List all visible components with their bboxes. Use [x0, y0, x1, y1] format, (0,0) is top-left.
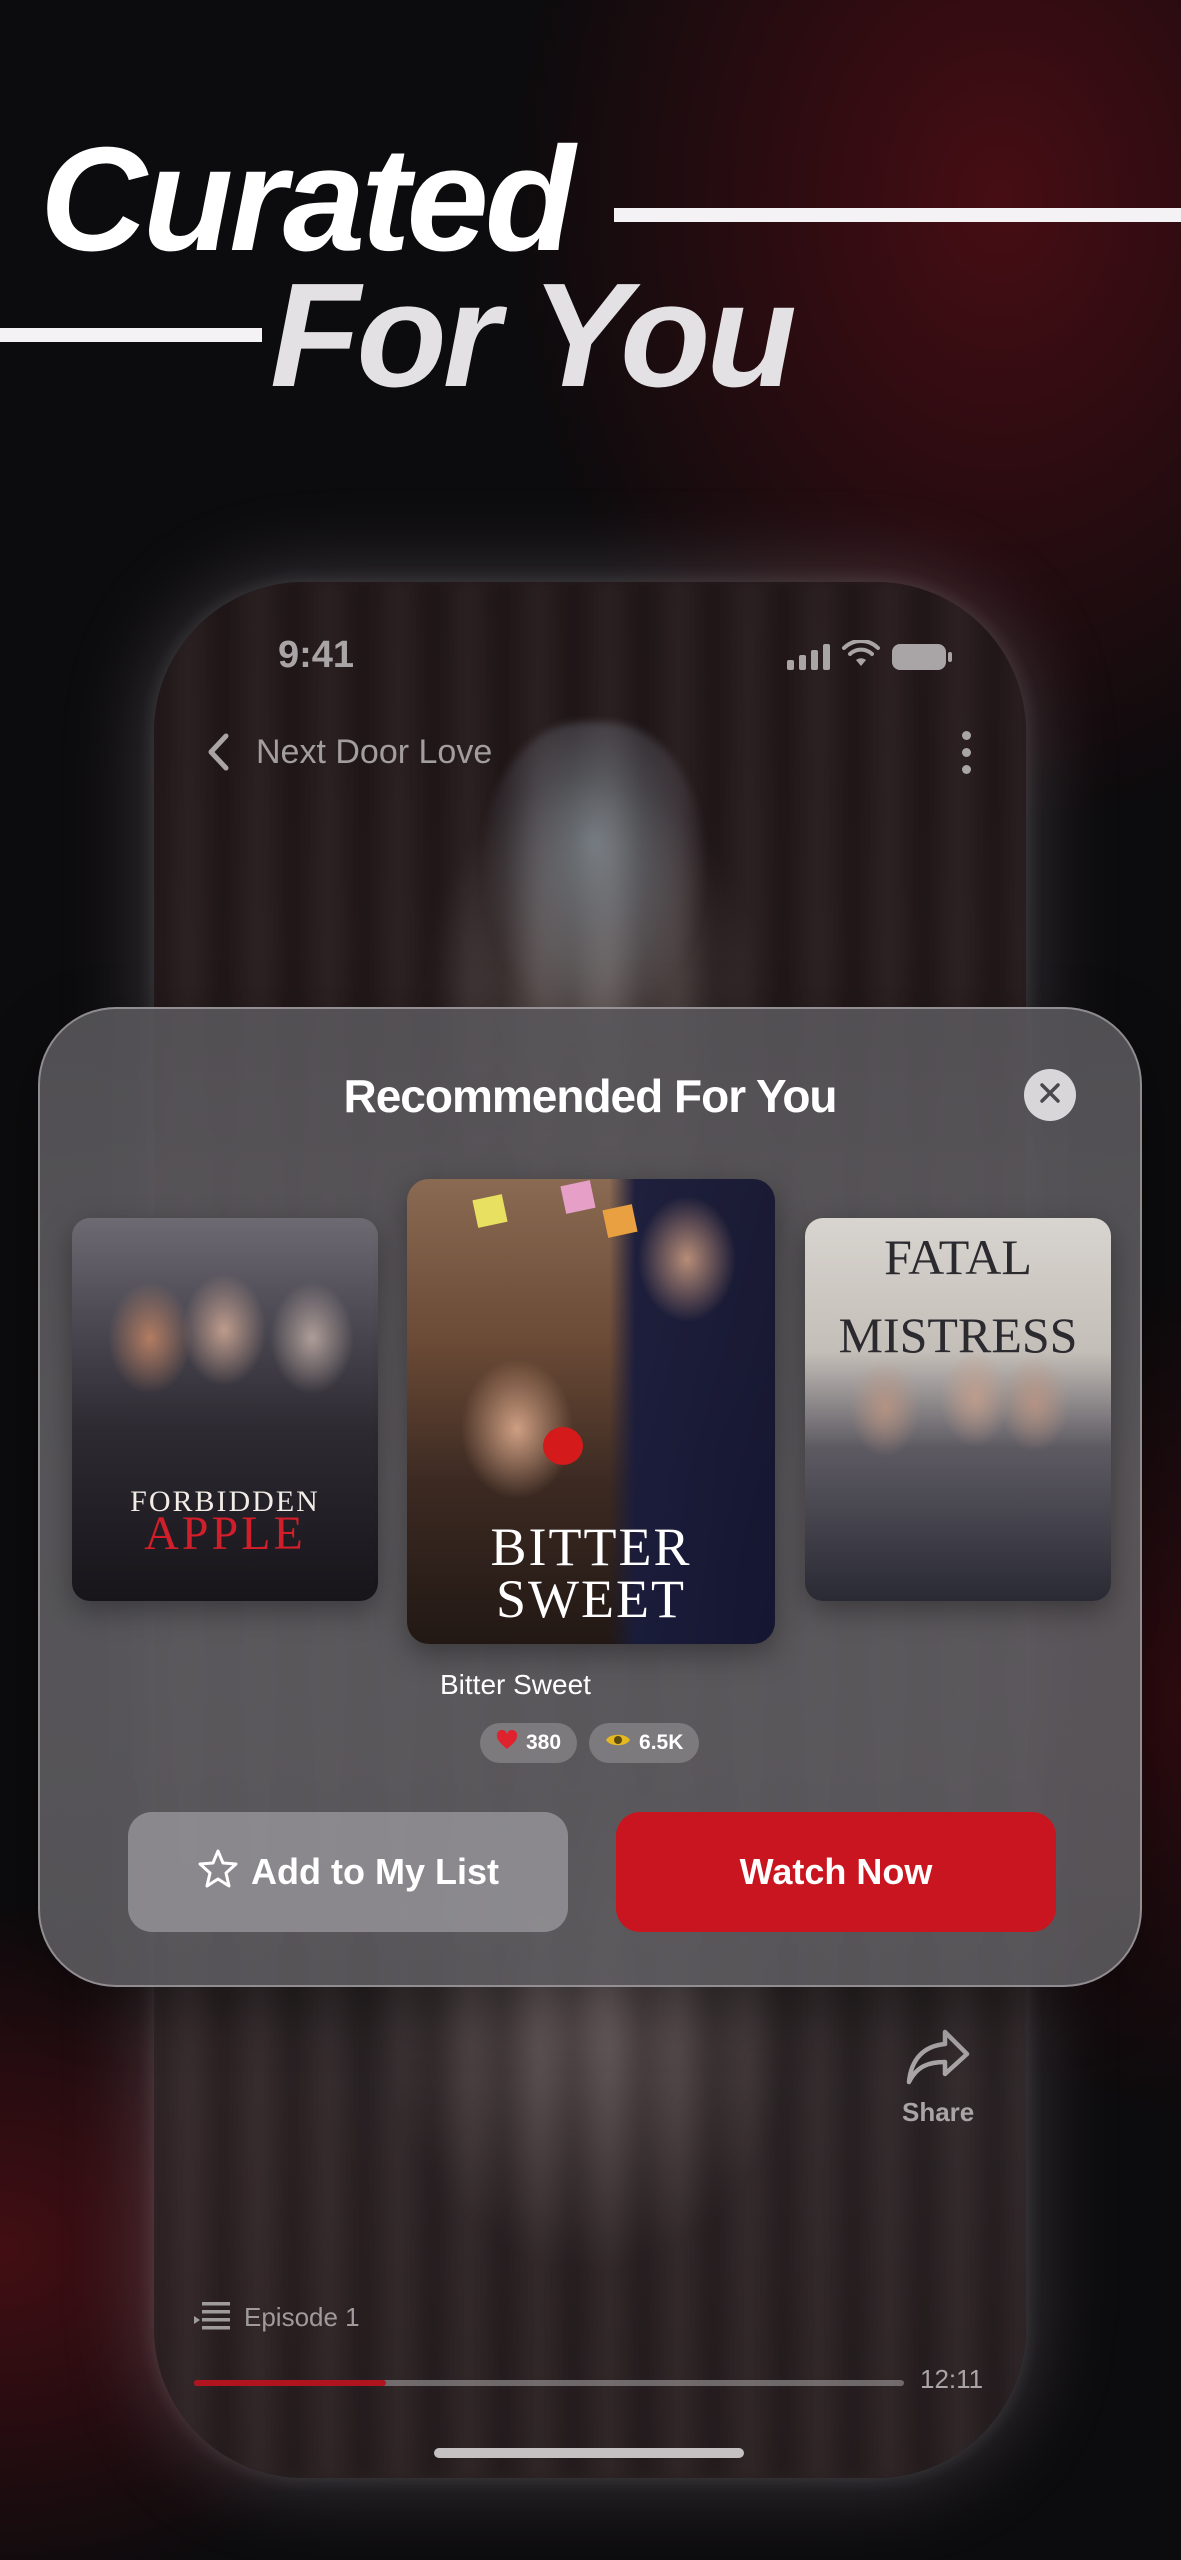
promo-canvas: Curated For You 9:41 Next Door Love Shar…	[0, 0, 1181, 2560]
apple-prop	[543, 1427, 583, 1465]
poster-title-top: FATAL	[884, 1229, 1032, 1285]
views-badge: 6.5K	[589, 1723, 700, 1763]
watch-now-label: Watch Now	[739, 1851, 933, 1892]
sticky-note	[602, 1204, 638, 1238]
add-to-list-button[interactable]: Add to My List	[128, 1812, 568, 1932]
views-count: 6.5K	[639, 1731, 684, 1754]
close-button[interactable]	[1024, 1069, 1076, 1121]
headline-rule-left	[0, 328, 262, 342]
add-to-list-label: Add to My List	[251, 1851, 499, 1892]
back-chevron-icon[interactable]	[194, 728, 242, 776]
likes-badge: 380	[480, 1723, 578, 1763]
headline-curated: Curated	[40, 117, 575, 282]
sticky-note	[472, 1194, 508, 1228]
show-stats: 380 6.5K	[480, 1723, 700, 1763]
video-title: Next Door Love	[256, 732, 493, 771]
poster-bitter-sweet[interactable]: BITTER SWEET	[407, 1179, 775, 1644]
signal-icon	[787, 643, 830, 670]
home-indicator	[434, 2448, 744, 2458]
playback-time: 12:11	[920, 2364, 984, 2394]
status-time: 9:41	[278, 634, 355, 676]
watch-now-button[interactable]: Watch Now	[616, 1812, 1056, 1932]
episode-list-icon	[194, 2300, 232, 2335]
poster-forbidden-apple[interactable]: FORBIDDEN APPLE	[72, 1218, 378, 1601]
sticky-note	[560, 1180, 596, 1214]
poster-title-bottom: MISTRESS	[838, 1307, 1078, 1363]
poster-title-bottom: APPLE	[144, 1507, 306, 1560]
modal-title: Recommended For You	[343, 1070, 837, 1122]
share-icon	[905, 2028, 971, 2091]
wifi-icon	[842, 638, 880, 673]
star-outline-icon	[197, 1848, 239, 1897]
playback-progress-bar[interactable]	[194, 2380, 904, 2386]
headline-rule-right	[614, 208, 1181, 222]
share-label: Share	[902, 2097, 975, 2127]
playback-progress-fill	[194, 2380, 386, 2386]
battery-icon	[892, 643, 952, 670]
share-button[interactable]: Share	[902, 2028, 974, 2128]
selected-show-name: Bitter Sweet	[440, 1669, 591, 1700]
close-icon	[1039, 1082, 1061, 1109]
poster-title-bottom: SWEET	[496, 1569, 686, 1629]
headline-for-you: For You	[270, 253, 797, 418]
episode-label: Episode 1	[244, 2302, 360, 2332]
poster-fatal-mistress[interactable]: FATAL MISTRESS	[805, 1218, 1111, 1601]
status-icons	[787, 638, 952, 673]
likes-count: 380	[526, 1731, 562, 1754]
eye-icon	[605, 1731, 631, 1755]
episode-selector[interactable]: Episode 1	[194, 2300, 360, 2335]
recommendation-modal: Recommended For You FORBIDDEN APPLE BITT…	[38, 1007, 1142, 1987]
video-nav-bar: Next Door Love	[194, 722, 986, 782]
heart-icon	[496, 1729, 518, 1756]
more-vertical-icon[interactable]	[946, 722, 986, 782]
